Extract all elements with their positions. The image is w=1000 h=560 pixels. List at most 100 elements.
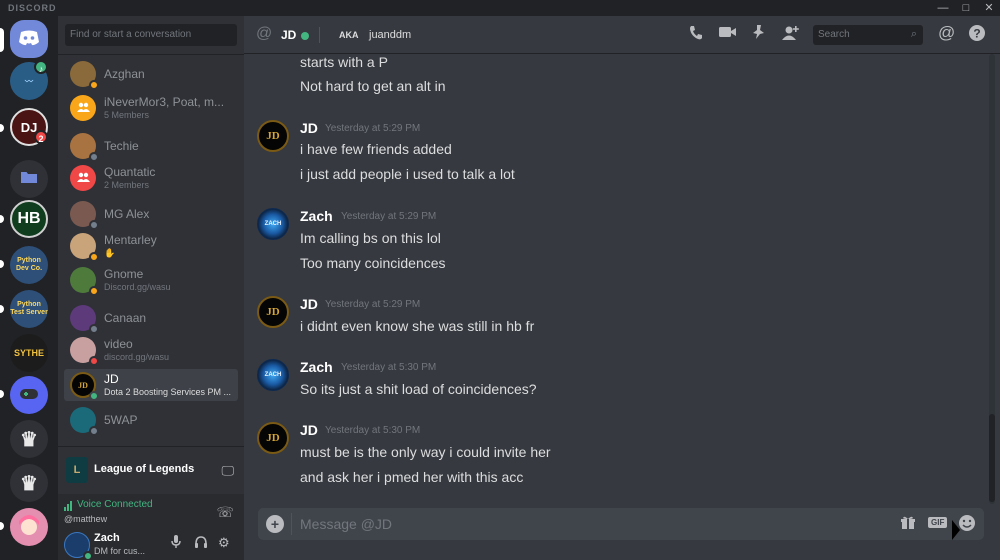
dm-name: Azghan [104,67,145,81]
search-icon: ⌕ [910,28,917,40]
mention-badge: 2 [34,130,48,144]
server-hb[interactable]: HB [10,200,48,238]
server-label: Python Dev Co. [15,257,43,272]
unread-indicator [0,390,4,398]
search-placeholder: Search [818,29,850,40]
message-text: and ask her i pmed her with this acc [300,469,524,485]
group-avatar [70,165,96,191]
scroll-thumb[interactable] [989,414,995,502]
voice-status[interactable]: Voice Connected [77,499,153,510]
dm-item[interactable]: video discord.gg/wasu [64,334,238,366]
channel-name: JD [281,28,297,42]
server-game[interactable] [10,376,48,414]
server-python-dev[interactable]: Python Dev Co. [10,246,48,284]
home-button[interactable] [10,20,48,58]
dm-item[interactable]: iNeverMor3, Poat, m... 5 Members [64,92,238,124]
maximize-button[interactable]: □ [955,0,977,16]
league-of-legends-icon: L [66,457,88,483]
gamepad-icon [19,387,39,404]
aka-value: juanddm [369,29,412,41]
gift-icon[interactable] [900,515,916,532]
message-input[interactable]: Message @JD [300,516,392,532]
server-anime[interactable] [10,508,48,546]
group-avatar [70,95,96,121]
microphone-icon[interactable] [170,535,182,552]
message-author[interactable]: JD [300,296,318,312]
server-list: 〰 ♪ DJ 2 HB Python Dev Co. Python Test S… [0,16,58,560]
unread-indicator [0,522,4,530]
dm-item[interactable]: MG Alex [64,198,238,230]
server-python-test[interactable]: Python Test Server [10,290,48,328]
settings-gear-icon[interactable]: ⚙ [218,535,230,551]
group-icon [76,172,90,185]
message-timestamp: Yesterday at 5:29 PM [341,211,437,222]
avatar[interactable]: JD [257,120,289,152]
divider [319,27,320,43]
crown-icon: ♛ [20,472,38,495]
server-crown-1[interactable]: ♛ [10,420,48,458]
message-author[interactable]: JD [300,120,318,136]
call-icon[interactable] [688,25,704,45]
close-button[interactable]: ✕ [978,0,1000,16]
avatar[interactable]: JD [257,296,289,328]
activity-panel: L League of Legends 🖵 [58,446,244,494]
message-text: i just add people i used to talk a lot [300,166,515,182]
signal-icon [64,501,74,511]
find-conversation-input[interactable]: Find or start a conversation [65,24,237,46]
dm-item[interactable]: Canaan [64,302,238,334]
message-author[interactable]: Zach [300,208,333,224]
emoji-icon[interactable] [958,514,976,537]
folder-icon [21,171,37,187]
status-indicator [89,324,99,334]
disconnect-icon[interactable]: ☏ [216,504,234,521]
mention-icon[interactable]: @ [938,23,955,43]
server-label: HB [17,210,41,227]
status-indicator [89,220,99,230]
message-author[interactable]: Zach [300,359,333,375]
discord-window: DISCORD — □ ✕ 〰 ♪ DJ 2 HB Python Dev Co.… [0,0,1000,560]
message-composer[interactable]: + Message @JD GIF [258,508,984,540]
minimize-button[interactable]: — [932,0,954,16]
video-icon[interactable] [719,25,737,43]
search-input[interactable]: Search ⌕ [813,25,923,45]
avatar[interactable]: ZACH [257,359,289,391]
dm-item[interactable]: Azghan [64,58,238,90]
headphones-icon[interactable] [194,535,208,552]
status-indicator [89,426,99,436]
avatar[interactable]: ZACH [257,208,289,240]
dm-subtext: 2 Members [104,180,150,190]
avatar[interactable]: JD [257,422,289,454]
dm-name: video [104,337,133,351]
message-author[interactable]: JD [300,422,318,438]
unread-indicator [0,124,4,132]
gif-button[interactable]: GIF [928,517,948,528]
dm-item-selected[interactable]: JD JD Dota 2 Boosting Services PM ... [64,369,238,401]
server-folder[interactable] [10,160,48,198]
unread-indicator [0,215,4,223]
server-crown-2[interactable]: ♛ [10,464,48,502]
dm-item[interactable]: Gnome Discord.gg/wasu [64,264,238,296]
screen-share-icon[interactable]: 🖵 [221,463,234,479]
message-list: starts with a P Not hard to get an alt i… [244,54,984,504]
dm-item[interactable]: Quantatic 2 Members [64,162,238,194]
help-icon[interactable]: ? [968,24,986,46]
message-text: Too many coincidences [300,255,446,271]
dm-item[interactable]: Techie [64,130,238,162]
status-indicator [89,356,99,366]
dm-item[interactable]: 5WAP [64,404,238,436]
server-sythe[interactable]: SYTHE [10,334,48,372]
message-text: Not hard to get an alt in [300,78,446,94]
dm-subtext: discord.gg/wasu [104,352,170,362]
add-friend-icon[interactable] [782,25,800,45]
user-panel: Zach DM for cus... ⚙ [58,532,244,560]
pin-icon[interactable] [752,25,766,45]
voice-channel[interactable]: @matthew [64,514,107,524]
dm-item[interactable]: Mentarley ✋ [64,230,238,262]
dm-name: Canaan [104,311,147,325]
message-text: So its just a shit load of coincidences? [300,381,537,397]
message-scrollbar[interactable] [984,54,1000,504]
add-attachment-icon[interactable]: + [266,515,284,533]
server-label: SYTHE [13,348,44,358]
status-indicator [83,551,93,560]
server-label: Python Test Server [10,301,48,316]
